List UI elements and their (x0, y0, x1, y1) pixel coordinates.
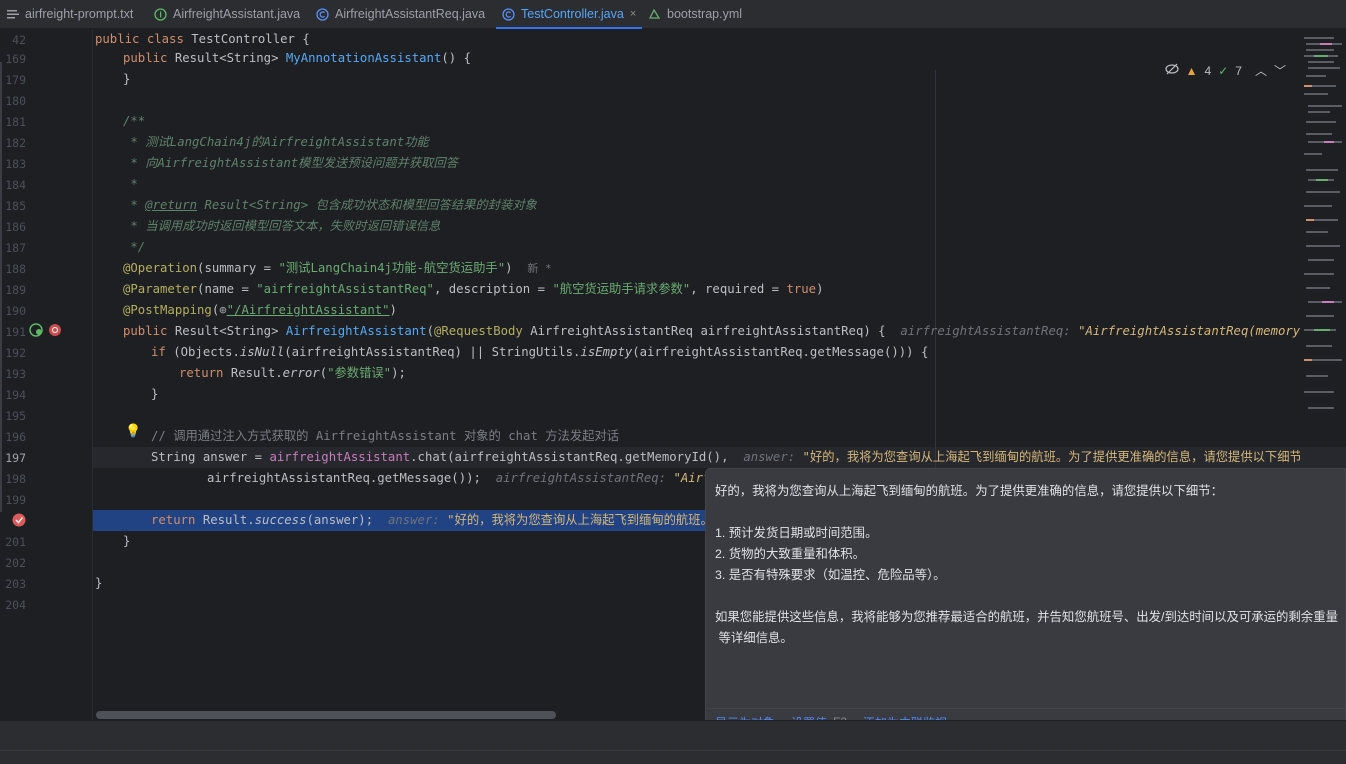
previous-highlight-icon[interactable]: ︿ (1255, 62, 1267, 79)
code-line-201: } (123, 534, 131, 548)
tab-airfreight-assistant-req[interactable]: AirfreightAssistantReq.java (310, 0, 496, 28)
code-line-200: return Result.success(answer); answer: "… (151, 513, 726, 527)
line-number: 190 (5, 304, 26, 318)
code-line-190: @PostMapping(⊕"/AirfreightAssistant") (123, 303, 397, 317)
line-number: 198 (5, 472, 26, 486)
warning-icon[interactable]: ▲ (1186, 64, 1198, 78)
line-number: 169 (5, 52, 26, 66)
line-number: 199 (5, 493, 26, 507)
code-line-179: } (123, 72, 131, 86)
popup-line: 2. 货物的大致重量和体积。 (715, 547, 866, 561)
close-tab-icon[interactable]: × (630, 8, 636, 20)
code-line-42: public class TestController { (95, 32, 310, 46)
inspection-widget[interactable]: ▲ 4 ✓ 7 ︿ ﹀ (1165, 62, 1286, 79)
ok-count: 7 (1235, 63, 1242, 78)
code-line-203: } (95, 576, 103, 590)
code-line-183: * 向AirfreightAssistant模型发送预设问题并获取回答 (123, 156, 459, 170)
popup-text: 好的，我将为您查询从上海起飞到缅甸的航班。为了提供更准确的信息，请您提供以下细节… (715, 481, 1338, 649)
line-number: 180 (5, 94, 26, 108)
code-line-184: * (123, 177, 138, 191)
warning-count: 4 (1204, 63, 1212, 78)
line-number: 189 (5, 283, 26, 297)
code-line-186: * 当调用成功时返回模型回答文本，失败时返回错误信息 (123, 219, 441, 233)
code-line-194: } (151, 387, 159, 401)
author-hint: 新 * (527, 262, 552, 275)
line-number: 179 (5, 73, 26, 87)
lightbulb-icon[interactable]: 💡 (125, 424, 141, 439)
tab-label: bootstrap.yml (667, 7, 743, 21)
globe-icon[interactable]: ⊕ (219, 303, 226, 317)
popup-line: 等详细信息。 (715, 631, 793, 645)
code-line-193: return Result.error("参数错误"); (179, 366, 406, 380)
tab-airfreight-assistant[interactable]: AirfreightAssistant.java (148, 0, 310, 28)
tab-label: TestController.java (521, 7, 624, 21)
line-number: 186 (5, 220, 26, 234)
code-line-181: /** (123, 114, 146, 128)
code-line-197: String answer = airfreightAssistant.chat… (151, 450, 1300, 464)
popup-line: 1. 预计发货日期或时间范围。 (715, 526, 878, 540)
code-line-196: // 调用通过注入方式获取的 AirfreightAssistant 对象的 c… (151, 429, 620, 443)
class-icon (316, 7, 329, 21)
horizontal-scrollbar[interactable] (96, 711, 556, 719)
tab-label: airfreight-prompt.txt (25, 7, 134, 21)
yaml-icon (648, 8, 661, 21)
code-line-188: @Operation(summary = "测试LangChain4j功能-航空… (123, 261, 552, 275)
code-line-187: */ (123, 240, 146, 254)
code-line-182: * 测试LangChain4j的AirfreightAssistant功能 (123, 135, 429, 149)
minimap[interactable] (1300, 29, 1346, 449)
line-number: 197 (5, 451, 26, 465)
line-number: 196 (5, 430, 26, 444)
line-number: 42 (12, 33, 26, 47)
line-number: 204 (5, 598, 26, 612)
line-number: 183 (5, 157, 26, 171)
line-number: 201 (5, 535, 26, 549)
code-line-169: public Result<String> MyAnnotationAssist… (123, 51, 471, 65)
popup-line (715, 586, 1335, 607)
check-icon[interactable]: ✓ (1218, 64, 1228, 78)
line-number: 202 (5, 556, 26, 570)
line-number: 191 (5, 325, 26, 339)
line-number: 192 (5, 346, 26, 360)
text-file-icon (6, 8, 19, 21)
tab-airfreight-prompt[interactable]: airfreight-prompt.txt (0, 0, 148, 28)
line-number-gutter[interactable]: 42 169 179 180 181 182 183 184 185 186 1… (0, 29, 93, 720)
line-number: 193 (5, 367, 26, 381)
tab-bootstrap-yml[interactable]: bootstrap.yml (642, 0, 762, 28)
class-icon (502, 7, 515, 21)
code-line-192: if (Objects.isNull(airfreightAssistantRe… (151, 345, 929, 359)
code-line-185: * @return Result<String> 包含成功状态和模型回答结果的封… (123, 198, 537, 212)
tab-test-controller[interactable]: TestController.java × (496, 0, 642, 29)
interface-icon (154, 7, 167, 21)
reader-mode-icon[interactable] (1165, 63, 1179, 78)
tab-label: AirfreightAssistant.java (173, 7, 301, 21)
code-line-189: @Parameter(name = "airfreightAssistantRe… (123, 282, 824, 296)
line-number: 181 (5, 115, 26, 129)
line-number: 188 (5, 262, 26, 276)
popup-line: 如果您能提供这些信息，我将能够为您推荐最适合的航班，并告知您航班号、出发/到达时… (715, 610, 1338, 624)
breakpoint-icon[interactable] (11, 512, 27, 528)
popup-line: 好的，我将为您查询从上海起飞到缅甸的航班。为了提供更准确的信息，请您提供以下细节… (715, 484, 1224, 498)
line-number: 194 (5, 388, 26, 402)
line-number: 203 (5, 577, 26, 591)
code-line-191: public Result<String> AirfreightAssistan… (123, 324, 1300, 338)
line-number: 187 (5, 241, 26, 255)
endpoint-gutter-icon[interactable] (29, 322, 65, 338)
line-number: 182 (5, 136, 26, 150)
line-number: 195 (5, 409, 26, 423)
next-highlight-icon[interactable]: ﹀ (1274, 62, 1286, 79)
popup-line (715, 502, 1335, 523)
debug-value-popup[interactable]: 好的，我将为您查询从上海起飞到缅甸的航班。为了提供更准确的信息，请您提供以下细节… (705, 468, 1346, 736)
tab-label: AirfreightAssistantReq.java (335, 7, 486, 21)
line-number: 184 (5, 178, 26, 192)
tool-window-bar (0, 750, 1346, 764)
code-line-198: airfreightAssistantReq.getMessage()); ai… (207, 471, 733, 485)
line-number: 185 (5, 199, 26, 213)
popup-line: 3. 是否有特殊要求（如温控、危险品等）。 (715, 568, 946, 582)
editor-tab-bar: airfreight-prompt.txt AirfreightAssistan… (0, 0, 1346, 29)
